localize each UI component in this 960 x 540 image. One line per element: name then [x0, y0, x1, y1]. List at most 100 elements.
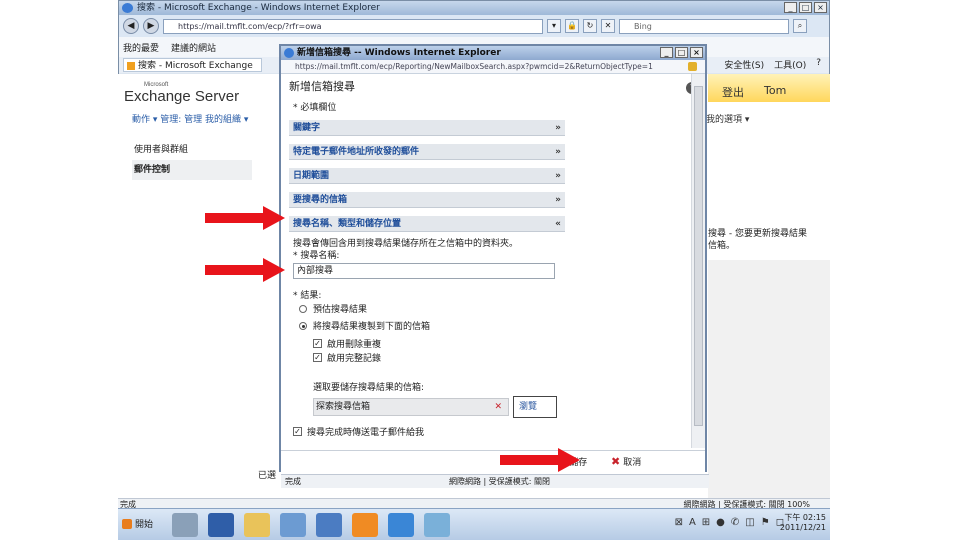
maximize-button[interactable]: □ — [799, 2, 812, 13]
signout-link[interactable]: 登出 — [722, 84, 744, 100]
cancel-button[interactable]: ✖ 取消 — [611, 455, 641, 468]
suggested-sites-link[interactable]: 建議的網站 — [171, 41, 216, 54]
clock-date: 2011/12/21 — [779, 523, 826, 532]
safety-menu[interactable]: 安全性(S) — [724, 58, 764, 71]
search-icon[interactable]: ⌕ — [793, 19, 807, 33]
popup-title-bar: 新增信箱搜尋 -- Windows Internet Explorer _ □ … — [281, 46, 705, 60]
full-logging-label: 啟用完整記錄 — [327, 354, 382, 364]
new-mailbox-search-dialog: 新增信箱搜尋 -- Windows Internet Explorer _ □ … — [279, 44, 709, 488]
section-label: 搜尋名稱、類型和儲存位置 — [293, 219, 402, 229]
back-icon[interactable]: ◀ — [123, 18, 139, 34]
scrollbar-thumb[interactable] — [694, 86, 703, 426]
user-name: Tom — [764, 84, 787, 97]
popup-title: 新增信箱搜尋 -- Windows Internet Explorer — [297, 48, 501, 58]
chevron-down-icon: » — [555, 123, 561, 133]
taskbar: 開始 ⊠A⊞●✆◫⚑◻ 下午 02:15 2011/12/21 — [118, 508, 830, 540]
results-label: * 結果: — [293, 291, 322, 301]
stop-icon[interactable]: ✕ — [601, 19, 615, 33]
paint-icon[interactable] — [424, 513, 450, 537]
selected-mailbox-value: 探索搜尋信箱 — [316, 402, 371, 412]
owa-sidebar: 使用者與群組 郵件控制 — [132, 140, 252, 180]
section-label: 要搜尋的信箱 — [293, 195, 348, 205]
section-name-type-location[interactable]: 搜尋名稱、類型和儲存位置 « — [289, 216, 565, 232]
sidebar-item-mail-control[interactable]: 郵件控制 — [132, 160, 252, 180]
radio-estimate[interactable] — [299, 305, 307, 313]
owa-selected-text: 已選 — [258, 471, 277, 481]
start-button[interactable]: 開始 — [122, 517, 153, 530]
selected-mailbox-field: 探索搜尋信箱 ✕ — [313, 398, 509, 416]
popup-ie-icon — [284, 48, 294, 58]
tools-menu[interactable]: 工具(O) — [774, 58, 806, 71]
section-label: 特定電子郵件地址所收發的郵件 — [293, 147, 420, 157]
owa-breadcrumb[interactable]: 動作 ▾ 管理: 管理 我的組織 ▾ — [132, 112, 248, 125]
full-logging-checkbox[interactable]: ✓ — [313, 353, 322, 362]
section-date-range[interactable]: 日期範圍 » — [289, 168, 565, 184]
remove-icon[interactable]: ✕ — [494, 399, 502, 415]
radio-copy-results[interactable] — [299, 322, 307, 330]
favorites-button[interactable]: 我的最愛 — [123, 41, 159, 54]
form-title: 新增信箱搜尋 — [289, 80, 355, 93]
sidebar-item-users-groups[interactable]: 使用者與群組 — [132, 140, 252, 160]
address-dropdown-icon[interactable]: ▾ — [547, 19, 561, 33]
powershell-icon[interactable] — [208, 513, 234, 537]
my-options-label: 我的選項 — [706, 115, 743, 125]
chevron-down-icon: » — [555, 171, 561, 181]
ie-window-title: 搜索 - Microsoft Exchange - Windows Intern… — [137, 3, 380, 13]
section-specific-addresses[interactable]: 特定電子郵件地址所收發的郵件 » — [289, 144, 565, 160]
owa-user-area: 登出 Tom — [708, 74, 830, 102]
section-label: 關鍵字 — [293, 123, 321, 133]
popup-zone-text: 網際網路 | 受保護模式: 關閉 — [449, 477, 551, 486]
annotation-arrow-name — [205, 258, 285, 282]
remote-desktop-icon[interactable] — [316, 513, 342, 537]
select-mailbox-label: 選取要儲存搜尋結果的信箱: — [313, 383, 425, 393]
tab-exchange[interactable]: 搜索 - Microsoft Exchange — [123, 58, 262, 72]
outlook-icon[interactable] — [352, 513, 378, 537]
radio-estimate-label: 預估搜尋結果 — [313, 305, 368, 315]
popup-footer: ✔ 儲存 ✖ 取消 — [281, 450, 705, 474]
refresh-icon[interactable]: ↻ — [583, 19, 597, 33]
cancel-x-icon: ✖ — [611, 455, 621, 468]
minimize-button[interactable]: _ — [784, 2, 797, 13]
browse-button[interactable]: 瀏覽 — [513, 396, 557, 418]
popup-body: 新增信箱搜尋 ? * 必填欄位 關鍵字» 特定電子郵件地址所收發的郵件» 日期範… — [281, 74, 698, 448]
info-text-2: 信箱。 — [708, 241, 736, 251]
close-button[interactable]: × — [814, 2, 827, 13]
popup-close-button[interactable]: × — [690, 47, 703, 58]
popup-minimize-button[interactable]: _ — [660, 47, 673, 58]
section-keywords[interactable]: 關鍵字 » — [289, 120, 565, 136]
popup-status-bar: 完成 網際網路 | 受保護模式: 關閉 — [281, 474, 709, 488]
start-label: 開始 — [135, 520, 154, 530]
annotation-arrow-section — [205, 206, 285, 230]
exchange-console-icon[interactable] — [280, 513, 306, 537]
popup-scrollbar[interactable] — [691, 74, 705, 448]
lock-icon[interactable] — [688, 62, 697, 71]
dedup-checkbox[interactable]: ✓ — [313, 339, 322, 348]
dedup-label: 啟用刪除重複 — [327, 340, 382, 350]
annotation-arrow-save — [500, 448, 580, 472]
address-bar[interactable]: https://mail.tmflt.com/ecp/?rfr=owa — [163, 18, 543, 34]
windows-logo-icon — [122, 518, 132, 529]
notify-checkbox[interactable]: ✓ — [293, 427, 302, 436]
explorer-folder-icon[interactable] — [244, 513, 270, 537]
clock-time: 下午 02:15 — [784, 513, 826, 522]
lock-icon[interactable]: 🔒 — [565, 19, 579, 33]
radio-copy-results-label: 將搜尋結果複製到下面的信箱 — [313, 322, 431, 332]
search-name-input[interactable]: 內部搜尋 — [293, 263, 555, 279]
logo-text: Exchange Server — [124, 88, 240, 105]
section-mailboxes[interactable]: 要搜尋的信箱 » — [289, 192, 565, 208]
popup-status-text: 完成 — [285, 477, 301, 486]
popup-url: https://mail.tmflt.com/ecp/Reporting/New… — [295, 62, 653, 71]
search-input[interactable]: Bing — [619, 18, 789, 34]
clock[interactable]: 下午 02:15 2011/12/21 — [780, 513, 826, 533]
chevron-down-icon: » — [555, 147, 561, 157]
my-options-link[interactable]: 我的選項 ▾ — [706, 112, 830, 125]
cancel-label: 取消 — [623, 458, 642, 468]
owa-info-text: 搜尋 - 您要更新搜尋結果 信箱。 — [708, 228, 818, 252]
internet-explorer-icon[interactable] — [388, 513, 414, 537]
popup-maximize-button[interactable]: □ — [675, 47, 688, 58]
forward-icon[interactable]: ▶ — [143, 18, 159, 34]
server-manager-icon[interactable] — [172, 513, 198, 537]
help-menu-icon[interactable]: ? — [816, 58, 821, 71]
exchange-logo: Microsoft Exchange Server — [124, 82, 239, 105]
system-tray[interactable]: ⊠A⊞●✆◫⚑◻ — [675, 517, 790, 528]
